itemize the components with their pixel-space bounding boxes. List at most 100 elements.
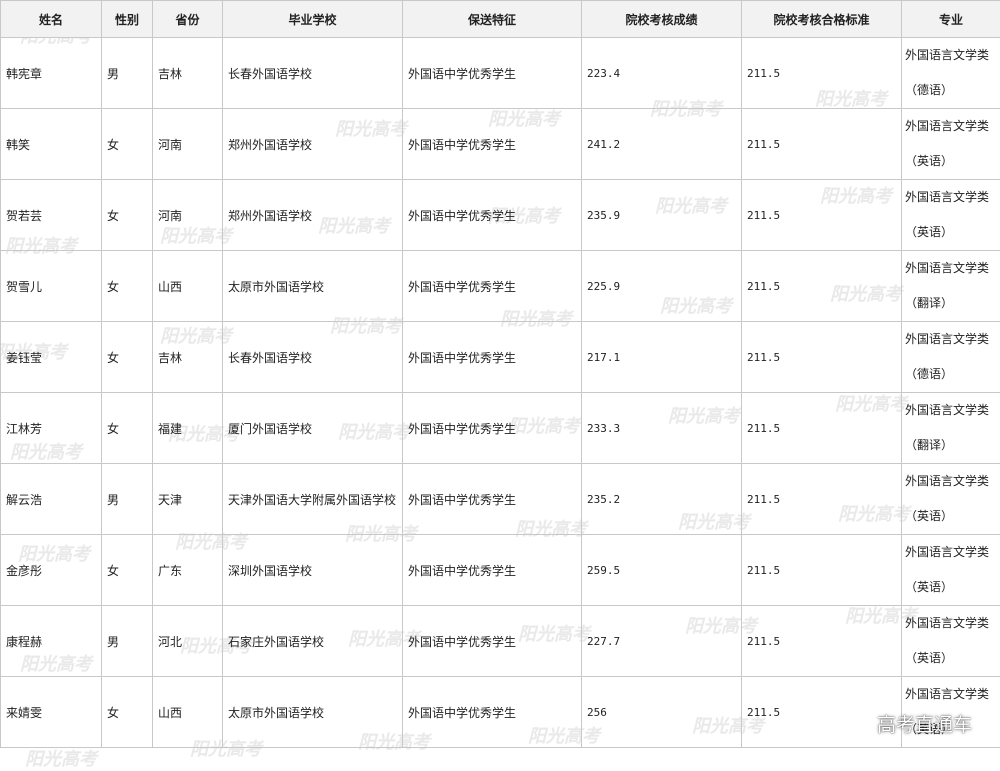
cell-school: 太原市外国语学校 [223,251,403,322]
cell-gender: 女 [102,322,153,393]
major-category: 外国语言文学类 [905,677,997,712]
table-row: 韩笑女河南郑州外国语学校外国语中学优秀学生241.2211.5外国语言文学类（英… [1,109,1000,180]
header-score: 院校考核成绩 [582,1,742,38]
cell-gender: 女 [102,393,153,464]
cell-score: 259.5 [582,535,742,606]
cell-school: 长春外国语学校 [223,322,403,393]
cell-feature: 外国语中学优秀学生 [403,251,582,322]
cell-school: 太原市外国语学校 [223,677,403,748]
major-subject: （英语） [905,641,997,676]
cell-gender: 女 [102,535,153,606]
cell-major: 外国语言文学类（英语） [902,109,1000,180]
cell-name: 韩笑 [1,109,102,180]
cell-feature: 外国语中学优秀学生 [403,322,582,393]
major-category: 外国语言文学类 [905,535,997,570]
cell-school: 长春外国语学校 [223,38,403,109]
table-row: 姜钰莹女吉林长春外国语学校外国语中学优秀学生217.1211.5外国语言文学类（… [1,322,1000,393]
table-row: 来婧雯女山西太原市外国语学校外国语中学优秀学生256211.5外国语言文学类（英… [1,677,1000,748]
cell-major: 外国语言文学类（英语） [902,606,1000,677]
watermark-text: 阳光高考 [25,745,97,771]
cell-name: 金彦彤 [1,535,102,606]
major-subject: （英语） [905,144,997,179]
cell-major: 外国语言文学类（德语） [902,322,1000,393]
table-row: 金彦彤女广东深圳外国语学校外国语中学优秀学生259.5211.5外国语言文学类（… [1,535,1000,606]
cell-province: 天津 [153,464,223,535]
cell-standard: 211.5 [742,38,902,109]
cell-major: 外国语言文学类（翻译） [902,393,1000,464]
cell-major: 外国语言文学类（英语） [902,180,1000,251]
cell-major: 外国语言文学类（英语） [902,535,1000,606]
cell-gender: 男 [102,464,153,535]
major-category: 外国语言文学类 [905,464,997,499]
header-school: 毕业学校 [223,1,403,38]
header-province: 省份 [153,1,223,38]
cell-province: 吉林 [153,38,223,109]
header-feature: 保送特征 [403,1,582,38]
cell-name: 贺若芸 [1,180,102,251]
cell-province: 山西 [153,677,223,748]
table-row: 康程赫男河北石家庄外国语学校外国语中学优秀学生227.7211.5外国语言文学类… [1,606,1000,677]
major-subject: （英语） [905,570,997,605]
major-subject: （翻译） [905,286,997,321]
cell-standard: 211.5 [742,180,902,251]
cell-feature: 外国语中学优秀学生 [403,109,582,180]
cell-gender: 女 [102,109,153,180]
major-category: 外国语言文学类 [905,180,997,215]
cell-school: 郑州外国语学校 [223,180,403,251]
cell-standard: 211.5 [742,393,902,464]
cell-gender: 男 [102,606,153,677]
cell-major: 外国语言文学类（德语） [902,38,1000,109]
major-category: 外国语言文学类 [905,251,997,286]
cell-name: 韩宪章 [1,38,102,109]
cell-gender: 女 [102,180,153,251]
cell-standard: 211.5 [742,109,902,180]
cell-school: 石家庄外国语学校 [223,606,403,677]
table-header-row: 姓名 性别 省份 毕业学校 保送特征 院校考核成绩 院校考核合格标准 专业 [1,1,1000,38]
cell-major: 外国语言文学类（翻译） [902,251,1000,322]
cell-gender: 女 [102,677,153,748]
table-row: 江林芳女福建厦门外国语学校外国语中学优秀学生233.3211.5外国语言文学类（… [1,393,1000,464]
cell-score: 241.2 [582,109,742,180]
cell-feature: 外国语中学优秀学生 [403,677,582,748]
cell-name: 姜钰莹 [1,322,102,393]
cell-name: 贺雪儿 [1,251,102,322]
major-subject: （德语） [905,73,997,108]
cell-province: 吉林 [153,322,223,393]
cell-feature: 外国语中学优秀学生 [403,464,582,535]
cell-name: 来婧雯 [1,677,102,748]
cell-gender: 男 [102,38,153,109]
cell-province: 河北 [153,606,223,677]
cell-school: 天津外国语大学附属外国语学校 [223,464,403,535]
cell-standard: 211.5 [742,606,902,677]
header-major: 专业 [902,1,1000,38]
major-subject: （英语） [905,499,997,534]
cell-feature: 外国语中学优秀学生 [403,38,582,109]
cell-score: 227.7 [582,606,742,677]
major-category: 外国语言文学类 [905,109,997,144]
table-row: 解云浩男天津天津外国语大学附属外国语学校外国语中学优秀学生235.2211.5外… [1,464,1000,535]
cell-province: 河南 [153,109,223,180]
major-category: 外国语言文学类 [905,606,997,641]
cell-province: 广东 [153,535,223,606]
table-row: 韩宪章男吉林长春外国语学校外国语中学优秀学生223.4211.5外国语言文学类（… [1,38,1000,109]
cell-score: 217.1 [582,322,742,393]
cell-school: 郑州外国语学校 [223,109,403,180]
cell-score: 233.3 [582,393,742,464]
major-subject: （翻译） [905,428,997,463]
cell-score: 256 [582,677,742,748]
major-subject: （德语） [905,357,997,392]
cell-major: 外国语言文学类（英语） [902,464,1000,535]
table-row: 贺雪儿女山西太原市外国语学校外国语中学优秀学生225.9211.5外国语言文学类… [1,251,1000,322]
cell-standard: 211.5 [742,251,902,322]
header-name: 姓名 [1,1,102,38]
cell-province: 福建 [153,393,223,464]
header-standard: 院校考核合格标准 [742,1,902,38]
cell-feature: 外国语中学优秀学生 [403,535,582,606]
table-row: 贺若芸女河南郑州外国语学校外国语中学优秀学生235.9211.5外国语言文学类（… [1,180,1000,251]
major-category: 外国语言文学类 [905,322,997,357]
cell-feature: 外国语中学优秀学生 [403,180,582,251]
cell-score: 225.9 [582,251,742,322]
admission-table: 姓名 性别 省份 毕业学校 保送特征 院校考核成绩 院校考核合格标准 专业 韩宪… [0,0,1000,748]
cell-standard: 211.5 [742,322,902,393]
major-subject: （英语） [905,215,997,250]
